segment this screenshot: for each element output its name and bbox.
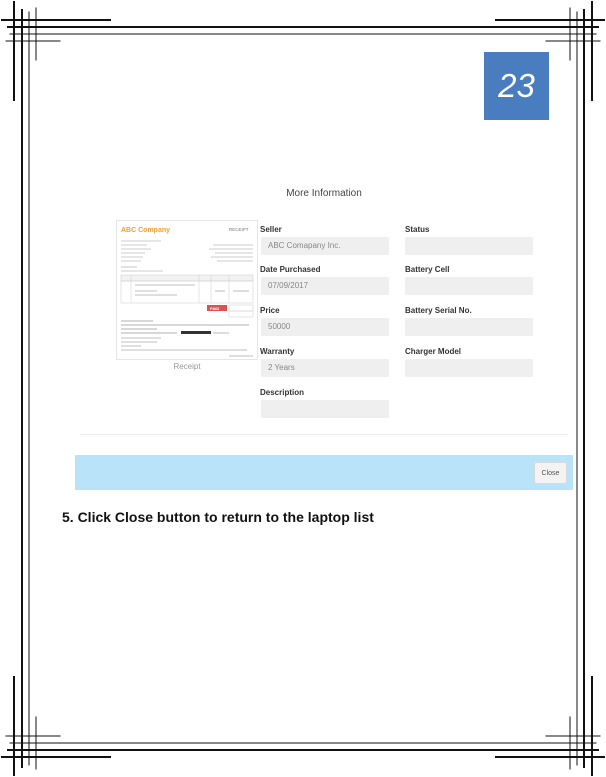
battery-cell-label: Battery Cell: [405, 265, 450, 274]
receipt-doc-type: RECEIPT: [229, 227, 249, 232]
battery-serial-field[interactable]: [405, 318, 533, 336]
receipt-company: ABC Company: [121, 227, 170, 234]
price-label: Price: [260, 306, 280, 315]
charger-model-label: Charger Model: [405, 347, 462, 356]
date-purchased-field[interactable]: 07/09/2017: [261, 277, 389, 295]
description-label: Description: [260, 388, 305, 397]
receipt-image[interactable]: ABC Company RECEIPT PAID: [116, 220, 258, 360]
close-button[interactable]: Close: [534, 462, 567, 484]
instruction-text: 5. Click Close button to return to the l…: [62, 509, 374, 525]
battery-cell-field[interactable]: [405, 277, 533, 295]
receipt-thumbnail-graphic: ABC Company RECEIPT PAID: [120, 227, 254, 357]
charger-model-field[interactable]: [405, 359, 533, 377]
price-field[interactable]: 50000: [261, 318, 389, 336]
date-purchased-label: Date Purchased: [260, 265, 321, 274]
modal-divider: [80, 434, 568, 435]
seller-label: Seller: [260, 225, 282, 234]
modal-title: More Information: [286, 188, 362, 199]
status-field[interactable]: [405, 237, 533, 255]
warranty-field[interactable]: 2 Years: [261, 359, 389, 377]
page-number-badge: 23: [484, 52, 549, 120]
status-label: Status: [405, 225, 430, 234]
seller-field[interactable]: ABC Comapany Inc.: [261, 237, 389, 255]
receipt-caption: Receipt: [173, 362, 201, 371]
modal-footer: Close: [75, 455, 573, 490]
battery-serial-label: Battery Serial No.: [405, 306, 472, 315]
warranty-label: Warranty: [260, 347, 295, 356]
description-field[interactable]: [261, 400, 389, 418]
receipt-paid-label: PAID: [210, 306, 219, 311]
